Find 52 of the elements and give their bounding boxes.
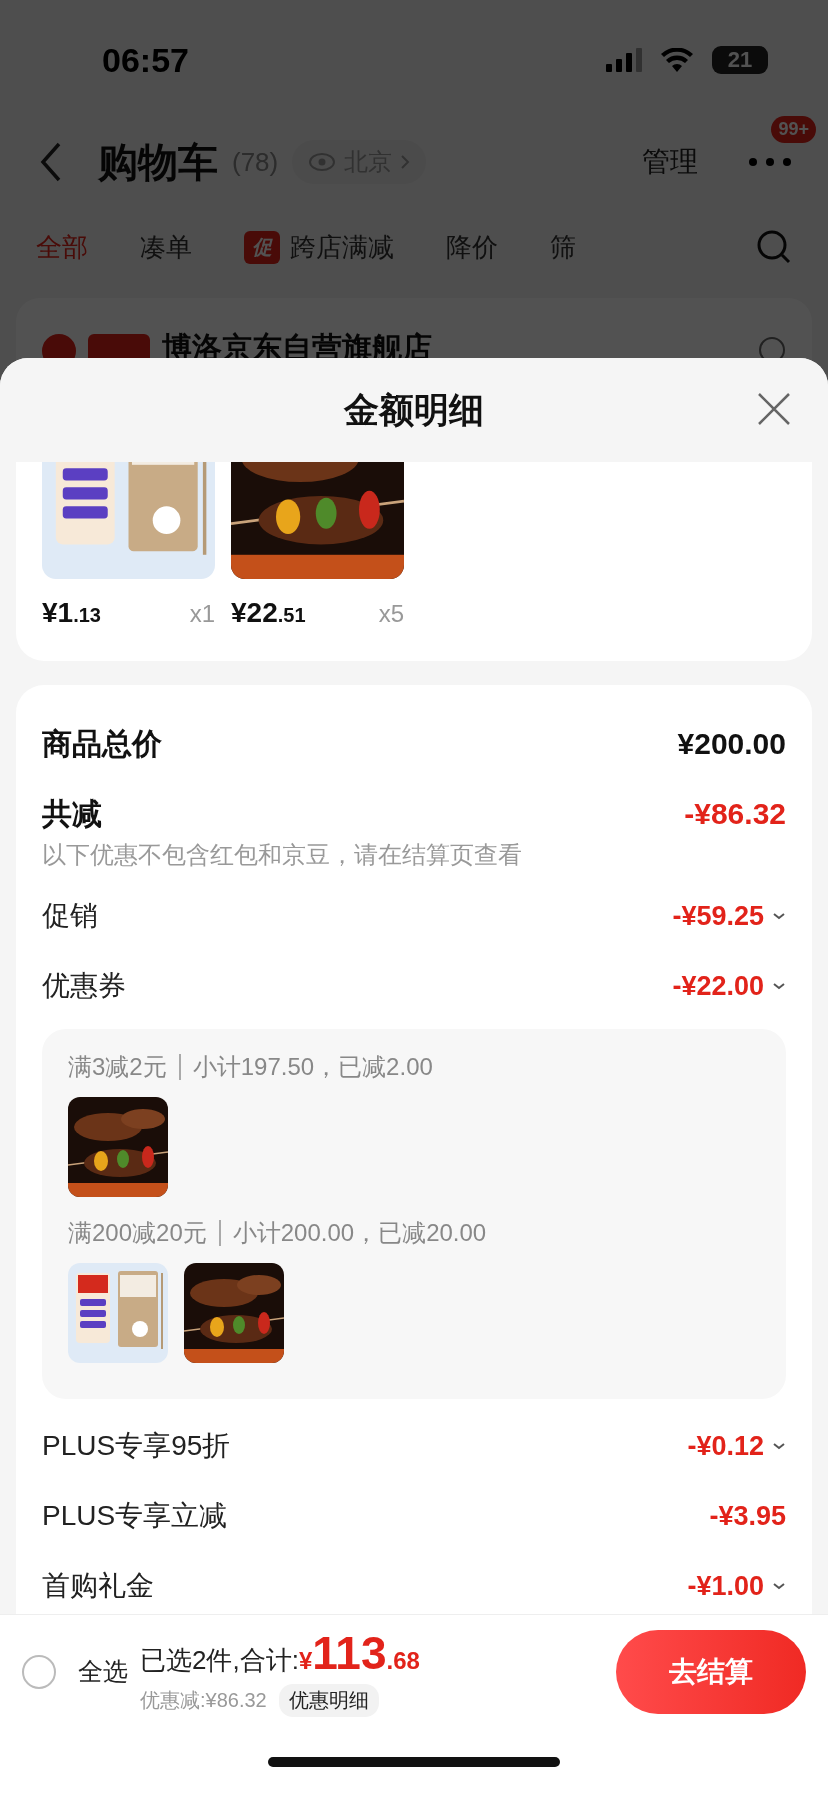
total-summary: 已选2件,合计:¥113.68 <box>140 1626 420 1680</box>
page-title: 购物车 <box>98 138 218 186</box>
product-quantity: x1 <box>189 600 215 628</box>
chevron-down-icon <box>772 1441 786 1451</box>
wifi-icon <box>660 48 694 72</box>
search-icon[interactable] <box>756 229 792 265</box>
coupon-rule: 满200减20元 <box>68 1218 207 1248</box>
filter-tab[interactable]: 筛 <box>550 229 576 265</box>
battery-level: 21 <box>712 46 768 74</box>
select-all-radio[interactable] <box>22 1654 56 1689</box>
coupon-subtotal: 小计200.00，已减20.00 <box>232 1218 487 1248</box>
discount-label: 优惠券 <box>42 969 126 1003</box>
discount-value: -¥0.12 <box>687 1430 764 1462</box>
product-quantity: x5 <box>378 600 404 628</box>
discount-value: -¥22.00 <box>672 970 764 1002</box>
signal-icon <box>606 48 642 72</box>
checkout-button[interactable]: 去结算 <box>616 1629 806 1714</box>
discount-label: 促销 <box>42 899 98 933</box>
back-icon[interactable] <box>40 142 62 182</box>
coupon-subtotal: 小计197.50，已减2.00 <box>192 1052 433 1082</box>
sheet-title: 金额明细 <box>344 388 484 431</box>
discount-value: -¥3.95 <box>709 1500 786 1532</box>
discount-detail-link[interactable]: 优惠明细 <box>278 1684 379 1717</box>
chevron-down-icon <box>772 1581 786 1591</box>
notification-badge: 99+ <box>771 116 816 143</box>
select-all-label: 全选 <box>78 1656 128 1687</box>
total-value: ¥200.00 <box>677 727 786 761</box>
eye-icon <box>308 152 337 172</box>
manage-button[interactable]: 管理 <box>642 143 698 181</box>
promo-tag: 促 <box>244 230 280 264</box>
discount-label: 首购礼金 <box>42 1569 154 1603</box>
discount-value: -¥59.25 <box>672 900 764 932</box>
chevron-down-icon <box>772 981 786 991</box>
discount-label: PLUS专享立减 <box>42 1499 228 1533</box>
filter-tab[interactable]: 降价 <box>446 229 498 265</box>
reduction-value: -¥86.32 <box>684 797 786 831</box>
discount-value: -¥1.00 <box>687 1570 764 1602</box>
filter-tab[interactable]: 凑单 <box>140 229 192 265</box>
product-price: ¥1.13 <box>42 597 101 629</box>
filter-tab[interactable]: 全部 <box>36 229 88 265</box>
product-price: ¥22.51 <box>231 597 306 629</box>
total-label: 商品总价 <box>42 725 162 762</box>
chevron-right-icon <box>400 154 411 170</box>
discount-label: PLUS专享95折 <box>42 1429 231 1463</box>
reduction-note: 以下优惠不包含红包和京豆，请在结算页查看 <box>42 840 523 870</box>
status-time: 06:57 <box>102 40 189 80</box>
chevron-down-icon <box>772 911 786 921</box>
filter-tab[interactable]: 促 跨店满减 <box>244 229 394 265</box>
more-icon <box>749 158 791 166</box>
reduction-label: 共减 <box>42 795 102 832</box>
coupon-rule: 满3减2元 <box>68 1052 167 1082</box>
discount-summary: 优惠减:¥86.32 <box>140 1688 267 1713</box>
